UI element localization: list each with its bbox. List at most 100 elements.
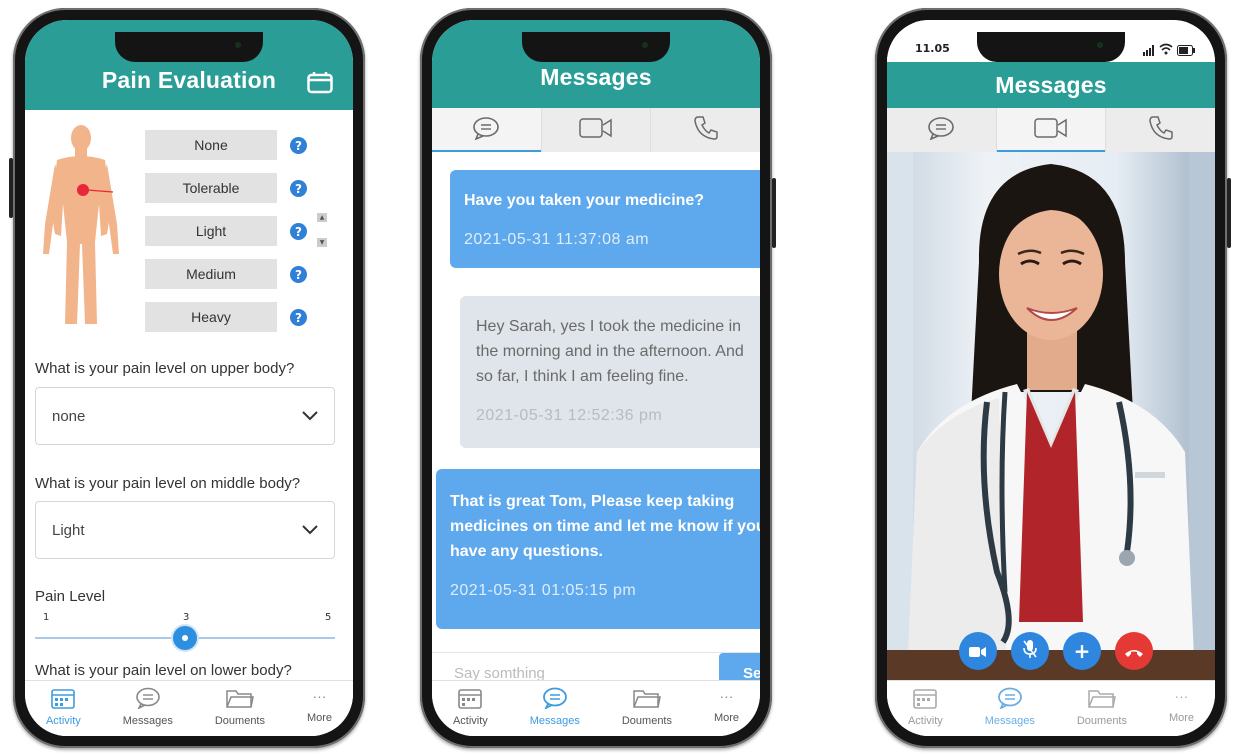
- phone-icon: [1148, 115, 1174, 145]
- folder-icon: [1088, 687, 1116, 712]
- more-icon: ···: [1174, 688, 1189, 704]
- phone-messages-chat: Messages Have you taken your medicine? 2…: [420, 8, 776, 748]
- help-icon[interactable]: ?: [290, 223, 307, 240]
- bottom-nav: Activity Messages Douments ··· More: [887, 680, 1215, 736]
- folder-icon: [226, 687, 254, 712]
- chevron-down-icon: [302, 522, 318, 539]
- slider-current-label: 3: [183, 612, 190, 623]
- help-icon[interactable]: ?: [290, 266, 307, 283]
- end-call-button[interactable]: [1115, 632, 1153, 670]
- page-title: Pain Evaluation: [101, 66, 277, 93]
- pain-level-slider[interactable]: [35, 626, 335, 650]
- upper-body-select[interactable]: none: [35, 387, 335, 445]
- upper-body-value: none: [52, 407, 86, 425]
- mute-button[interactable]: [1011, 632, 1049, 670]
- more-icon: ···: [719, 688, 734, 704]
- microphone-off-icon: [1022, 639, 1038, 664]
- slider-thumb[interactable]: [173, 626, 197, 650]
- slider-label: Pain Level: [35, 588, 106, 605]
- tab-chat[interactable]: [887, 108, 997, 152]
- more-icon: ···: [312, 688, 327, 704]
- nav-messages-label: Messages: [122, 715, 173, 727]
- battery-icon: [1177, 41, 1195, 60]
- add-participant-button[interactable]: +: [1063, 632, 1101, 670]
- upper-body-question: What is your pain level on upper body?: [35, 360, 295, 377]
- volume-button: [9, 158, 13, 218]
- plus-icon: +: [1073, 639, 1091, 663]
- nav-more-label: More: [1168, 712, 1195, 724]
- tab-video[interactable]: [542, 108, 652, 152]
- nav-more[interactable]: ··· More: [1169, 687, 1194, 724]
- help-icon[interactable]: ?: [290, 180, 307, 197]
- message-timestamp: 2021-05-31 12:52:36 pm: [476, 407, 663, 424]
- video-camera-icon: [1034, 117, 1068, 143]
- nav-messages[interactable]: Messages: [985, 687, 1035, 727]
- tab-video[interactable]: [996, 108, 1107, 152]
- message-timestamp: 2021-05-31 01:05:15 pm: [450, 582, 637, 599]
- phone-pain-evaluation: Pain Evaluation None ? Tolerable ? Light…: [9, 8, 365, 748]
- tab-phone[interactable]: [651, 108, 760, 152]
- calendar-icon: [913, 687, 938, 712]
- page-title: Messages: [995, 71, 1107, 98]
- signal-icon: [1143, 41, 1155, 60]
- scroll-stepper[interactable]: ▲ ▼: [317, 213, 327, 247]
- calendar-icon: [51, 687, 76, 712]
- bottom-nav: Activity Messages Douments ··· More: [25, 680, 353, 736]
- page-title: Messages: [540, 63, 652, 90]
- nav-documents-label: Douments: [1076, 715, 1127, 727]
- help-icon[interactable]: ?: [290, 137, 307, 154]
- video-call-screen: 11.05 Messages + Activity Messages Doume…: [887, 20, 1215, 736]
- nav-activity[interactable]: Activity: [46, 687, 81, 727]
- nav-documents-label: Douments: [621, 715, 672, 727]
- nav-more[interactable]: ··· More: [307, 687, 332, 724]
- chat-bubble-icon: [997, 687, 1023, 712]
- level-tolerable-button[interactable]: Tolerable: [145, 173, 277, 203]
- bottom-nav: Activity Messages Douments ··· More: [432, 680, 760, 736]
- message-bubble-incoming: Hey Sarah, yes I took the medicine in th…: [460, 296, 760, 448]
- tab-phone[interactable]: [1106, 108, 1215, 152]
- nav-documents[interactable]: Douments: [622, 687, 672, 727]
- toggle-video-button[interactable]: [959, 632, 997, 670]
- message-text: That is great Tom, Please keep taking me…: [450, 493, 760, 560]
- middle-body-select[interactable]: Light: [35, 501, 335, 559]
- notch: [977, 32, 1125, 62]
- message-timestamp: 2021-05-31 11:37:08 am: [464, 231, 650, 248]
- nav-messages[interactable]: Messages: [530, 687, 580, 727]
- video-camera-icon: [969, 639, 987, 663]
- nav-activity-label: Activity: [45, 715, 81, 727]
- nav-messages-label: Messages: [984, 715, 1035, 727]
- level-none-button[interactable]: None: [145, 130, 277, 160]
- nav-activity[interactable]: Activity: [908, 687, 943, 727]
- message-bubble-outgoing: That is great Tom, Please keep taking me…: [436, 469, 760, 629]
- nav-activity[interactable]: Activity: [453, 687, 488, 727]
- level-medium-button[interactable]: Medium: [145, 259, 277, 289]
- nav-more-label: More: [306, 712, 333, 724]
- pain-evaluation-screen: Pain Evaluation None ? Tolerable ? Light…: [25, 20, 353, 736]
- level-light-button[interactable]: Light: [145, 216, 277, 246]
- body-figure[interactable]: [37, 124, 125, 334]
- nav-documents[interactable]: Douments: [215, 687, 265, 727]
- wifi-icon: [1159, 40, 1173, 59]
- power-button: [772, 178, 776, 248]
- slider-max-label: 5: [325, 612, 332, 623]
- video-feed: [887, 152, 1215, 680]
- nav-more-label: More: [713, 712, 740, 724]
- level-heavy-button[interactable]: Heavy: [145, 302, 277, 332]
- hang-up-icon: [1124, 639, 1144, 663]
- help-icon[interactable]: ?: [290, 309, 307, 326]
- tab-chat[interactable]: [432, 108, 542, 152]
- nav-messages[interactable]: Messages: [123, 687, 173, 727]
- chat-bubble-icon: [927, 116, 955, 144]
- chat-bubble-icon: [472, 116, 500, 144]
- phone-video-call: 11.05 Messages + Activity Messages Doume…: [875, 8, 1231, 748]
- nav-activity-label: Activity: [907, 715, 943, 727]
- calendar-icon[interactable]: [307, 72, 333, 100]
- power-button: [1227, 178, 1231, 248]
- status-time: 11.05: [915, 42, 950, 55]
- message-bubble-outgoing: Have you taken your medicine? 2021-05-31…: [450, 170, 760, 268]
- app-header: Messages: [887, 62, 1215, 108]
- message-text: Hey Sarah, yes I took the medicine in th…: [476, 318, 744, 385]
- nav-more[interactable]: ··· More: [714, 687, 739, 724]
- messages-chat-screen: Messages Have you taken your medicine? 2…: [432, 20, 760, 736]
- nav-documents[interactable]: Douments: [1077, 687, 1127, 727]
